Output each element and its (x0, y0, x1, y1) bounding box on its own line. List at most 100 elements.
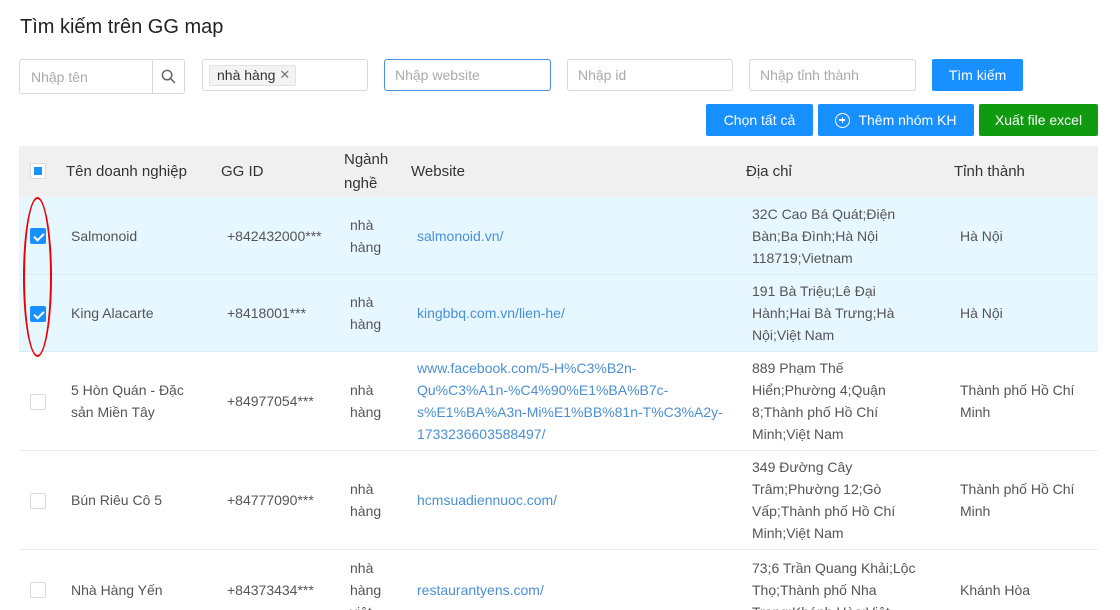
cell-website-text: restaurantyens.com/ (417, 579, 544, 601)
name-input[interactable]: Nhập tên (31, 69, 152, 85)
cell-line: hcmsuadiennuoc.com/ (417, 492, 558, 508)
cell-line: Salmonoid (71, 227, 138, 244)
id-input[interactable]: Nhập id (567, 59, 733, 91)
cell-line: www.facebook.com/5-H%C3%B2n- (417, 360, 637, 376)
cell-website[interactable]: salmonoid.vn/ (417, 197, 717, 274)
cell-name-text: Salmonoid (71, 225, 137, 247)
name-search-field[interactable]: Nhập tên (19, 59, 185, 94)
cell-gg-id: +8418001*** (227, 275, 337, 351)
cell-line: Hà Nội (960, 305, 1003, 321)
cell-website[interactable]: kingbbq.com.vn/lien-he/ (417, 275, 717, 351)
cell-website[interactable]: hcmsuadiennuoc.com/ (417, 451, 717, 549)
cell-line: Minh (960, 404, 991, 420)
cell-line: 118719;Vietnam (752, 249, 853, 266)
row-checkbox[interactable] (30, 394, 46, 410)
industry-tag-field[interactable]: nhà hàng ✕ (202, 59, 368, 91)
cell-province: Khánh Hòa (960, 550, 1096, 610)
cell-gg-id: +84373434*** (227, 550, 337, 610)
cell-website[interactable]: restaurantyens.com/ (417, 550, 717, 610)
header-name: Tên doanh nghiệp (66, 162, 187, 180)
cell-address-text: 889 Phạm Thế Hiển;Phường 4;Quận 8;Thành ph… (752, 357, 886, 445)
cell-province: Thành phố Hồ Chí Minh (960, 451, 1096, 549)
search-icon-button[interactable] (152, 60, 184, 93)
cell-province-text: Thành phố Hồ Chí Minh (960, 379, 1074, 423)
cell-line: restaurantyens.com/ (417, 581, 544, 598)
cell-line: Hà Nội (960, 227, 1003, 244)
row-checkbox[interactable] (30, 493, 46, 509)
add-customer-group-button[interactable]: Thêm nhóm KH (818, 104, 974, 136)
cell-gg-id-text: +8418001*** (227, 305, 307, 321)
tag-label: nhà hàng (217, 66, 276, 83)
cell-line: Minh;Việt Nam (752, 525, 844, 541)
select-all-checkbox[interactable] (30, 163, 46, 179)
cell-line: 5 Hòn Quán - Đặc (71, 382, 184, 398)
cell-name: King Alacarte (71, 275, 211, 351)
cell-province-text: Hà Nội (960, 302, 1003, 324)
cell-line: Minh (960, 503, 991, 519)
cell-line: nhà (350, 382, 374, 398)
cell-gg-id: +842432000*** (227, 197, 337, 274)
cell-name: 5 Hòn Quán - Đặc sản Miền Tây (71, 352, 211, 450)
cell-line: King Alacarte (71, 305, 154, 321)
table-row[interactable]: King Alacarte +8418001*** nhà hàng kingbbq.c… (19, 275, 1098, 352)
cell-gg-id-text: +84777090*** (227, 492, 314, 508)
table-row[interactable]: Nhà Hàng Yến +84373434*** nhà hàng việt resta… (19, 550, 1098, 610)
cell-name-text: King Alacarte (71, 302, 154, 324)
cell-line: Thành phố Hồ Chí (960, 382, 1075, 398)
cell-gg-id: +84777090*** (227, 451, 337, 549)
cell-line: 191 Bà Triệu;Lê Đại (752, 283, 876, 299)
header-province: Tỉnh thành (954, 162, 1025, 180)
industry-tag: nhà hàng ✕ (209, 64, 297, 86)
cell-line: hàng (350, 503, 382, 519)
close-icon[interactable]: ✕ (279, 67, 290, 83)
cell-province-text: Khánh Hòa (960, 579, 1030, 601)
cell-industry: nhà hàng (350, 275, 400, 351)
cell-gg-id-text: +84373434*** (227, 581, 314, 598)
cell-line: nhà (350, 216, 374, 233)
cell-line: hàng (350, 404, 382, 420)
cell-address-text: 32C Cao Bá Quát;Điện Bàn;Ba Đình;Hà Nội 11… (752, 203, 895, 269)
cell-address-text: 349 Đường Cây Trâm;Phường 12;Gò Vấp;Thành … (752, 456, 895, 544)
cell-line: 349 Đường Cây (752, 459, 853, 475)
cell-line: s%E1%BA%A3n-Mi%E1%BB%81n-T%C3%A2y- (417, 404, 723, 420)
cell-line: Nhà Hàng Yến (71, 581, 163, 598)
row-checkbox[interactable] (30, 582, 46, 598)
cell-line: Trâm;Phường 12;Gò (752, 481, 882, 497)
search-icon (161, 69, 176, 84)
cell-line: Trang;Khánh Hòa;Việt (752, 601, 915, 610)
cell-line: Qu%C3%A1n-%C4%90%E1%BA%B7c- (417, 382, 669, 398)
cell-industry: nhà hàng (350, 451, 400, 549)
plus-circle-icon (835, 112, 851, 128)
cell-line: Khánh Hòa (960, 581, 1031, 598)
table-row[interactable]: Salmonoid +842432000*** nhà hàng salmonoid.v… (19, 197, 1098, 275)
cell-name: Salmonoid (71, 197, 211, 274)
table-row[interactable]: Bún Riêu Cô 5 +84777090*** nhà hàng hcmsuadi… (19, 451, 1098, 550)
cell-address: 191 Bà Triệu;Lê Đại Hành;Hai Bà Trưng;Hà N… (752, 275, 942, 351)
cell-name-text: Nhà Hàng Yến (71, 579, 163, 601)
header-industry-line2: nghề (344, 174, 378, 192)
website-input[interactable]: Nhập website (384, 59, 551, 91)
table-row[interactable]: 5 Hòn Quán - Đặc sản Miền Tây +84977054***… (19, 352, 1098, 451)
cell-website-text: www.facebook.com/5-H%C3%B2n- Qu%C3%A1n-%C… (417, 357, 723, 445)
cell-industry: nhà hàng (350, 352, 400, 450)
cell-line: 1733236603588497/ (417, 426, 546, 442)
cell-line: Bàn;Ba Đình;Hà Nội (752, 227, 879, 244)
cell-line: salmonoid.vn/ (417, 227, 504, 244)
search-button[interactable]: Tìm kiếm (932, 59, 1023, 91)
cell-website-text: salmonoid.vn/ (417, 225, 503, 247)
cell-line: 889 Phạm Thế (752, 360, 844, 376)
cell-industry-text: nhà hàng (350, 478, 381, 522)
cell-industry-text: nhà hàng (350, 214, 381, 258)
cell-line: nhà (350, 559, 374, 576)
cell-line: Hiển;Phường 4;Quận (752, 382, 886, 398)
cell-address: 73;6 Trần Quang Khải;Lộc Thọ;Thành phố Nh… (752, 550, 942, 610)
cell-line: Nội;Việt Nam (752, 327, 835, 343)
cell-province-text: Thành phố Hồ Chí Minh (960, 478, 1074, 522)
cell-line: 8;Thành phố Hồ Chí (752, 404, 879, 420)
cell-website-text: kingbbq.com.vn/lien-he/ (417, 302, 565, 324)
select-all-button[interactable]: Chọn tất cả (706, 104, 813, 136)
cell-website-text: hcmsuadiennuoc.com/ (417, 489, 557, 511)
cell-website[interactable]: www.facebook.com/5-H%C3%B2n- Qu%C3%A1n-%C… (417, 352, 723, 450)
export-excel-button[interactable]: Xuất file excel (979, 104, 1098, 136)
province-input[interactable]: Nhập tỉnh thành (749, 59, 916, 91)
